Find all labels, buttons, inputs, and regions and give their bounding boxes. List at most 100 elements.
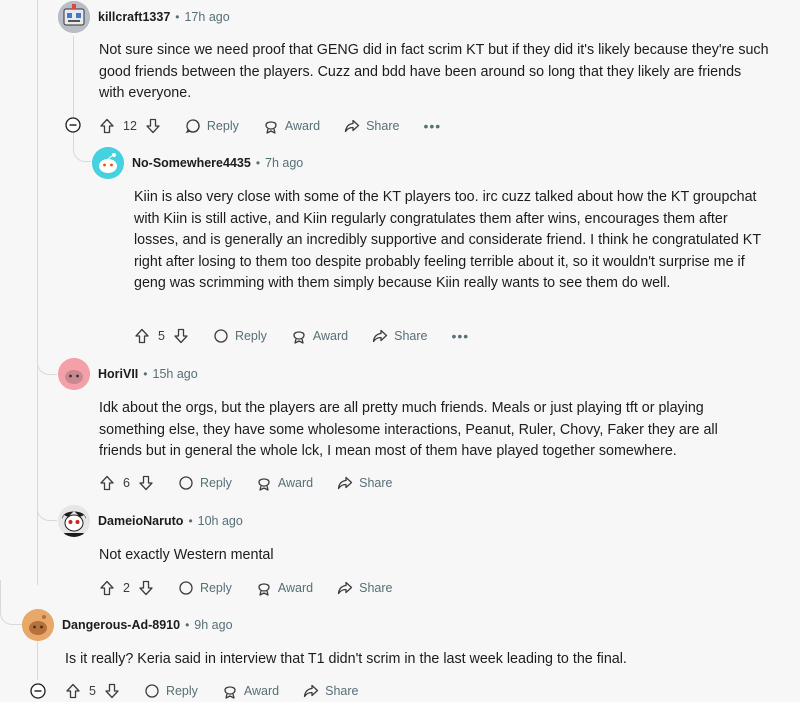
avatar[interactable] (22, 609, 54, 641)
share-icon (372, 329, 388, 343)
reply-label: Reply (199, 476, 232, 490)
comment-author[interactable]: DameioNaruto (98, 514, 183, 528)
share-label: Share (366, 119, 400, 133)
reply-icon (214, 329, 228, 343)
reply-button[interactable]: Reply (178, 475, 232, 491)
snoo-avatar-icon (22, 609, 54, 641)
upvote-icon[interactable] (65, 683, 81, 699)
share-label: Share (325, 684, 359, 698)
award-button[interactable]: Award (256, 475, 313, 491)
award-label: Award (277, 476, 314, 490)
separator-dot: • (255, 156, 261, 170)
share-label: Share (394, 329, 428, 343)
collapse-thread-icon[interactable] (30, 683, 46, 699)
comment-body: Is it really? Keria said in interview th… (65, 651, 627, 667)
reply-label: Reply (165, 684, 198, 698)
vote-group: 5 (134, 328, 189, 344)
comment-body: Not sure since we need proof that GENG d… (99, 42, 769, 101)
award-label: Award (312, 329, 349, 343)
award-button[interactable]: Award (291, 328, 348, 344)
comment-author[interactable]: No-Somewhere4435 (132, 156, 251, 170)
reply-label: Reply (234, 329, 267, 343)
snoo-avatar-icon (58, 358, 90, 390)
avatar[interactable] (58, 358, 90, 390)
reply-icon (179, 581, 193, 595)
downvote-icon[interactable] (173, 328, 189, 344)
share-icon (303, 684, 319, 698)
comment-time[interactable]: 17h ago (184, 10, 229, 24)
award-icon (258, 478, 270, 491)
reply-button[interactable]: Reply (213, 328, 267, 344)
award-button[interactable]: Award (222, 683, 279, 699)
collapse-thread-icon[interactable] (65, 117, 81, 133)
comment-header: Dangerous-Ad-8910 • 9h ago (22, 609, 233, 641)
comment-actions: 2 Reply Award Share (99, 576, 417, 600)
more-options-icon[interactable]: ••• (423, 118, 441, 134)
comment-header: No-Somewhere4435 • 7h ago (92, 147, 303, 179)
reply-icon (145, 684, 159, 698)
award-button[interactable]: Award (263, 118, 320, 134)
downvote-icon[interactable] (138, 475, 154, 491)
comment-author[interactable]: killcraft1337 (98, 10, 170, 24)
award-icon (224, 686, 236, 699)
share-button[interactable]: Share (372, 328, 428, 344)
comment-time[interactable]: 9h ago (194, 618, 232, 632)
share-button[interactable]: Share (344, 118, 399, 134)
comment-time[interactable]: 15h ago (153, 367, 198, 381)
reply-icon (179, 476, 193, 490)
comment-header: DameioNaruto • 10h ago (58, 505, 243, 537)
comment-time[interactable]: 10h ago (198, 514, 243, 528)
reply-button[interactable]: Reply (185, 118, 239, 134)
vote-count: 2 (123, 581, 130, 595)
award-label: Award (243, 684, 280, 698)
reply-button[interactable]: Reply (178, 580, 232, 596)
share-label: Share (359, 581, 393, 595)
comment-time[interactable]: 7h ago (265, 156, 303, 170)
share-label: Share (359, 476, 393, 490)
reply-button[interactable]: Reply (144, 683, 198, 699)
comment-body: Kiin is also very close with some of the… (134, 189, 761, 291)
vote-group: 5 (65, 683, 120, 699)
vote-group: 6 (99, 475, 154, 491)
comment-actions: 5 Reply Award Share (65, 679, 383, 702)
comment-actions: 12 Reply Award Share ••• (99, 114, 441, 138)
award-icon (258, 583, 270, 596)
vote-count: 12 (123, 119, 137, 133)
share-button[interactable]: Share (303, 683, 359, 699)
separator-dot: • (143, 367, 148, 381)
upvote-icon[interactable] (99, 580, 115, 596)
separator-dot: • (175, 10, 180, 24)
vote-count: 5 (89, 684, 96, 698)
avatar[interactable] (58, 505, 90, 537)
comment-actions: 5 Reply Award Share ••• (134, 324, 469, 348)
more-options-icon[interactable]: ••• (452, 328, 470, 344)
upvote-icon[interactable] (99, 118, 115, 134)
share-icon (337, 476, 353, 490)
award-button[interactable]: Award (256, 580, 313, 596)
comment-author[interactable]: HoriVII (98, 367, 138, 381)
award-icon (293, 331, 305, 344)
downvote-icon[interactable] (104, 683, 120, 699)
vote-count: 6 (123, 476, 130, 490)
share-button[interactable]: Share (337, 580, 393, 596)
share-button[interactable]: Share (337, 475, 393, 491)
comment-body: Not exactly Western mental (99, 547, 274, 563)
avatar[interactable] (58, 1, 90, 33)
reply-label: Reply (206, 119, 239, 133)
vote-group: 12 (99, 118, 161, 134)
avatar[interactable] (92, 147, 124, 179)
comment-header: killcraft1337 • 17h ago (58, 1, 230, 33)
reply-label: Reply (199, 581, 232, 595)
share-icon (344, 119, 360, 133)
upvote-icon[interactable] (99, 475, 115, 491)
comment-author[interactable]: Dangerous-Ad-8910 (62, 618, 180, 632)
share-icon (337, 581, 353, 595)
upvote-icon[interactable] (134, 328, 150, 344)
downvote-icon[interactable] (138, 580, 154, 596)
reply-icon (185, 119, 200, 134)
robot-avatar-icon (58, 1, 90, 33)
vote-count: 5 (158, 329, 165, 343)
character-avatar-icon (58, 505, 90, 537)
comment-actions: 6 Reply Award Share (99, 471, 417, 495)
downvote-icon[interactable] (145, 118, 161, 134)
